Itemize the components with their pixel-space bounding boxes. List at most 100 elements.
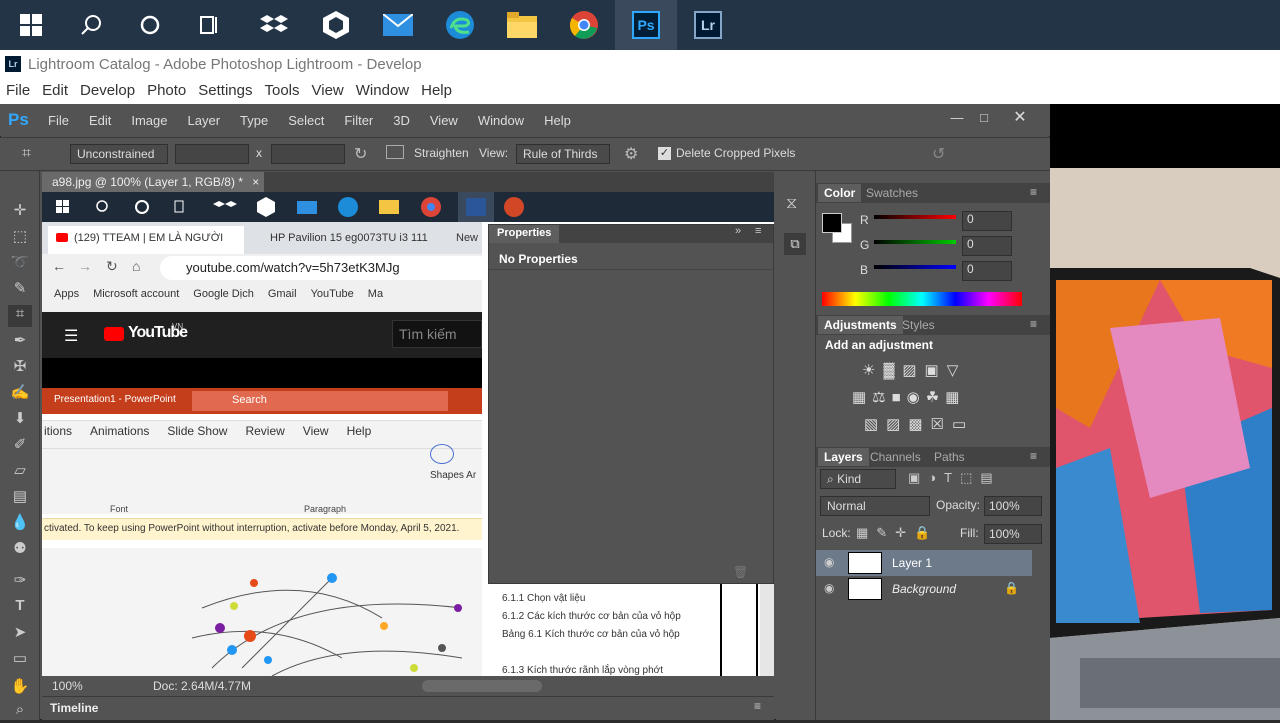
file-explorer-icon[interactable] xyxy=(491,0,553,50)
trash-icon[interactable]: 🗑 xyxy=(733,565,748,579)
cortana-icon[interactable] xyxy=(119,0,181,50)
blue-slider[interactable] xyxy=(874,265,956,269)
timeline-tab[interactable]: Timeline xyxy=(50,701,98,715)
properties-dock-icon[interactable]: ⧉ xyxy=(784,233,806,255)
ps-menu-help[interactable]: Help xyxy=(544,113,571,128)
ps-menu-select[interactable]: Select xyxy=(288,113,324,128)
panel-menu-icon[interactable]: ≡ xyxy=(754,699,761,713)
blend-mode-select[interactable]: Normal xyxy=(820,496,930,516)
bookmark-youtube[interactable]: YouTube xyxy=(311,288,354,300)
ps-menu-view[interactable]: View xyxy=(430,113,458,128)
visibility-eye-icon[interactable]: ◉ xyxy=(824,555,834,569)
pen-tool-icon[interactable]: ✑ xyxy=(8,571,32,593)
ps-menu-layer[interactable]: Layer xyxy=(188,113,221,128)
red-value[interactable]: 0 xyxy=(962,211,1012,231)
ppt-tab-slide-show[interactable]: Slide Show xyxy=(167,424,227,438)
rectangle-tool-icon[interactable]: ▭ xyxy=(8,649,32,671)
close-tab-icon[interactable]: × xyxy=(252,175,259,189)
forward-icon[interactable]: → xyxy=(78,258,92,274)
move-tool-icon[interactable]: ✛ xyxy=(8,201,32,223)
reload-icon[interactable]: ↻ xyxy=(106,258,118,275)
type-tool-icon[interactable]: T xyxy=(8,597,32,619)
bookmark-apps[interactable]: Apps xyxy=(54,288,79,300)
adjustment-icons-row1[interactable]: ☀▓▨▣▽ xyxy=(862,361,966,379)
lr-menu-window[interactable]: Window xyxy=(356,82,409,99)
layer-filter-icons[interactable]: ▣◑T⬚▤ xyxy=(908,470,1001,486)
adjustment-icons-row2[interactable]: ▦⚖■◉☘▦ xyxy=(852,388,965,406)
straighten-icon[interactable] xyxy=(386,145,404,159)
lr-menu-file[interactable]: File xyxy=(6,82,30,99)
address-bar[interactable]: youtube.com/watch?v=5h73etK3MJg xyxy=(160,256,490,280)
lightroom-taskbar-icon[interactable]: Lr xyxy=(677,0,739,50)
lr-menu-edit[interactable]: Edit xyxy=(42,82,68,99)
minimize-button[interactable]: — xyxy=(945,108,969,128)
ps-menu-3d[interactable]: 3D xyxy=(393,113,410,128)
maximize-button[interactable]: □ xyxy=(972,108,996,128)
stamp-tool-icon[interactable]: ⬇ xyxy=(8,409,32,431)
panel-menu-icon[interactable]: ≡ xyxy=(1030,317,1037,331)
lr-menu-view[interactable]: View xyxy=(312,82,344,99)
red-slider[interactable] xyxy=(874,215,956,219)
tab-paths[interactable]: Paths xyxy=(928,448,971,466)
panel-menu-icon[interactable]: ≡ xyxy=(1030,449,1037,463)
tab-swatches[interactable]: Swatches xyxy=(860,184,924,202)
ppt-tab-view[interactable]: View xyxy=(303,424,329,438)
ppt-search[interactable]: Search xyxy=(192,391,448,411)
ppt-tab-transitions[interactable]: itions xyxy=(44,424,72,438)
crop-height-field[interactable] xyxy=(271,144,345,164)
history-icon[interactable]: ⧖ xyxy=(786,195,797,213)
document-canvas[interactable]: (129) TTEAM | EM LÀ NGƯỜI HP Pavilion 15… xyxy=(42,192,774,676)
properties-tab[interactable]: Properties xyxy=(489,225,560,243)
shapes-icon[interactable] xyxy=(430,444,454,464)
lr-menu-tools[interactable]: Tools xyxy=(264,82,299,99)
green-slider[interactable] xyxy=(874,240,956,244)
doc-scrollbar[interactable] xyxy=(760,584,774,676)
tab-adjustments[interactable]: Adjustments xyxy=(818,316,903,334)
dropbox-icon[interactable] xyxy=(243,0,305,50)
horizontal-scrollbar[interactable] xyxy=(422,680,542,692)
hexagon-app-icon[interactable] xyxy=(305,0,367,50)
swap-icon[interactable]: ↻ xyxy=(354,144,367,164)
search-icon[interactable] xyxy=(60,0,122,50)
panel-menu-icon[interactable]: ≡ xyxy=(755,225,761,237)
collapse-icon[interactable]: » xyxy=(735,225,741,237)
lr-menu-develop[interactable]: Develop xyxy=(80,82,135,99)
marquee-tool-icon[interactable]: ⬚ xyxy=(8,227,32,249)
layer-row-layer1[interactable]: ◉ Layer 1 xyxy=(816,550,1032,576)
tab-layers[interactable]: Layers xyxy=(818,448,869,466)
ps-menu-edit[interactable]: Edit xyxy=(89,113,111,128)
ps-menu-file[interactable]: File xyxy=(48,113,69,128)
bookmark-google-dich[interactable]: Google Dịch xyxy=(193,288,254,300)
opacity-input[interactable]: 100% xyxy=(984,496,1042,516)
chrome-icon[interactable] xyxy=(553,0,615,50)
hand-tool-icon[interactable]: ✋ xyxy=(8,677,32,699)
color-spectrum[interactable] xyxy=(822,292,1022,306)
path-select-tool-icon[interactable]: ➤ xyxy=(8,623,32,645)
ppt-tab-animations[interactable]: Animations xyxy=(90,424,149,438)
overlay-view-select[interactable]: Rule of Thirds xyxy=(516,144,610,164)
tab-color[interactable]: Color xyxy=(818,184,862,202)
gear-icon[interactable]: ⚙ xyxy=(624,144,638,164)
tab-styles[interactable]: Styles xyxy=(896,316,941,334)
crop-ratio-select[interactable]: Unconstrained xyxy=(70,144,168,164)
crop-tool-icon[interactable]: ⌗ xyxy=(8,305,32,327)
history-brush-icon[interactable]: ✐ xyxy=(8,435,32,457)
blur-tool-icon[interactable]: 💧 xyxy=(8,513,32,535)
lr-menu-photo[interactable]: Photo xyxy=(147,82,186,99)
dodge-tool-icon[interactable]: ⚉ xyxy=(8,539,32,561)
ppt-shapes-label[interactable]: Shapes Ar xyxy=(430,470,476,481)
ps-menu-image[interactable]: Image xyxy=(131,113,167,128)
chrome-tab-new[interactable]: New xyxy=(456,232,478,244)
menu-icon[interactable]: ☰ xyxy=(64,326,78,346)
crop-tool-icon[interactable]: ⌗ xyxy=(22,145,31,163)
crop-width-field[interactable] xyxy=(175,144,249,164)
mail-icon[interactable] xyxy=(367,0,429,50)
back-icon[interactable]: ← xyxy=(52,258,66,274)
windows-start-icon[interactable] xyxy=(0,0,62,50)
adjustment-icons-row3[interactable]: ▧▨▩☒▭ xyxy=(864,415,974,433)
delete-cropped-checkbox[interactable]: ✓ xyxy=(658,147,671,160)
bookmark-microsoft[interactable]: Microsoft account xyxy=(93,288,179,300)
brush-tool-icon[interactable]: ✍ xyxy=(8,383,32,405)
blue-value[interactable]: 0 xyxy=(962,261,1012,281)
eyedropper-tool-icon[interactable]: ✒ xyxy=(8,331,32,353)
